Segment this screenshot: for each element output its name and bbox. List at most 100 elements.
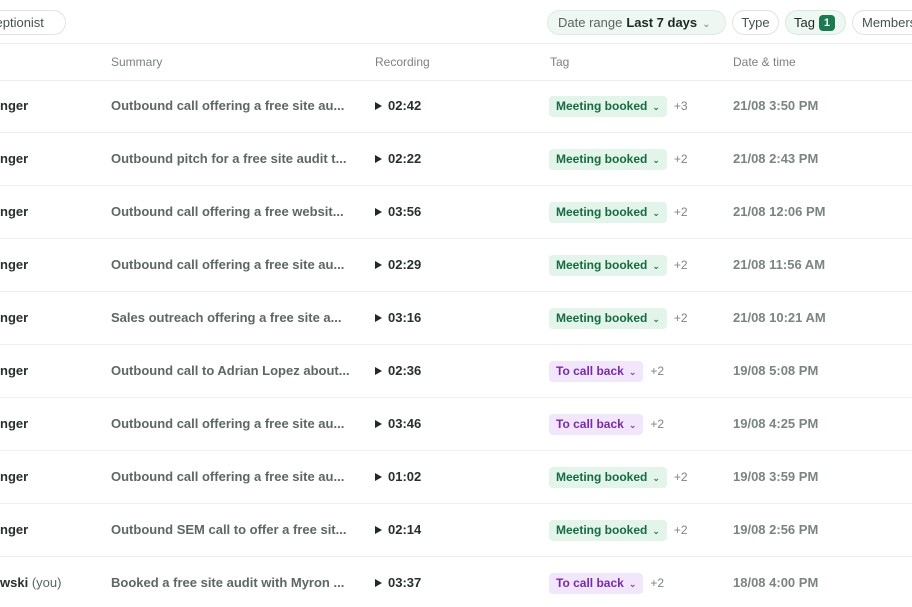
- tag-label: Meeting booked: [556, 151, 648, 166]
- call-datetime: 18/08 4:00 PM: [733, 575, 819, 590]
- agent-name-cell: nger: [0, 451, 28, 503]
- tag-dropdown[interactable]: Meeting booked ⌄: [549, 201, 667, 223]
- play-icon[interactable]: [375, 313, 382, 322]
- table-row[interactable]: nger Outbound call offering a free site a…: [0, 398, 912, 451]
- agent-name: nger: [0, 416, 29, 431]
- more-tags-count[interactable]: +2: [650, 364, 664, 378]
- table-row[interactable]: nger Outbound SEM call to offer a free si…: [0, 504, 912, 557]
- call-summary[interactable]: Outbound call offering a free site au...: [111, 451, 351, 503]
- agent-name: wski: [0, 575, 29, 590]
- agent-name-cell: nger: [0, 186, 28, 238]
- call-summary[interactable]: Outbound pitch for a free site audit t..…: [111, 133, 351, 185]
- call-datetime: 19/08 4:25 PM: [733, 416, 819, 431]
- chevron-down-icon: ⌄: [652, 154, 660, 165]
- more-tags-count[interactable]: +2: [674, 258, 688, 272]
- table-row[interactable]: nger Outbound call offering a free site a…: [0, 239, 912, 292]
- column-header-tag[interactable]: Tag: [550, 44, 569, 80]
- filter-bar: ceptionist Date rangeLast 7 days ⌄ Type T…: [0, 0, 912, 44]
- recording-duration: 02:42: [388, 98, 422, 113]
- recording-cell[interactable]: 03:37: [375, 557, 421, 607]
- table-row[interactable]: nger Outbound call offering a free site a…: [0, 80, 912, 133]
- recording-duration: 01:02: [388, 469, 422, 484]
- recording-cell[interactable]: 02:42: [375, 80, 421, 132]
- more-tags-count[interactable]: +2: [674, 523, 688, 537]
- column-header-datetime[interactable]: Date & time: [733, 44, 796, 80]
- chevron-down-icon: ⌄: [652, 472, 660, 483]
- chevron-down-icon: ⌄: [628, 419, 637, 430]
- play-icon[interactable]: [375, 154, 382, 163]
- more-tags-count[interactable]: +2: [650, 417, 664, 431]
- more-tags-count[interactable]: +2: [674, 470, 688, 484]
- more-tags-count[interactable]: +2: [650, 576, 664, 590]
- recording-cell[interactable]: 02:36: [375, 345, 421, 397]
- chevron-down-icon: ⌄: [652, 260, 660, 271]
- agent-name: nger: [0, 98, 29, 113]
- agent-name: nger: [0, 522, 29, 537]
- table-row[interactable]: nger Outbound call offering a free site a…: [0, 451, 912, 504]
- tag-dropdown[interactable]: To call back ⌄: [549, 360, 644, 382]
- play-icon[interactable]: [375, 419, 382, 428]
- tag-cell: To call back ⌄ +2: [549, 345, 664, 397]
- tag-label: Meeting booked: [556, 204, 648, 219]
- recording-cell[interactable]: 03:16: [375, 292, 421, 344]
- tag-label: Meeting booked: [556, 310, 648, 325]
- play-icon[interactable]: [375, 207, 382, 216]
- recording-cell[interactable]: 02:14: [375, 504, 421, 556]
- call-summary[interactable]: Booked a free site audit with Myron ...: [111, 557, 351, 607]
- tag-cell: Meeting booked ⌄ +2: [549, 451, 688, 503]
- agent-filter-chip[interactable]: ceptionist: [0, 10, 66, 35]
- recording-cell[interactable]: 01:02: [375, 451, 421, 503]
- table-row[interactable]: nger Outbound call to Adrian Lopez about.…: [0, 345, 912, 398]
- table-row[interactable]: wski (you) Booked a free site audit with …: [0, 557, 912, 607]
- date-range-label: Date range: [558, 15, 623, 30]
- tag-cell: To call back ⌄ +2: [549, 557, 664, 607]
- members-filter[interactable]: Members: [852, 10, 912, 35]
- recording-cell[interactable]: 02:29: [375, 239, 421, 291]
- tag-dropdown[interactable]: To call back ⌄: [549, 413, 644, 435]
- call-summary[interactable]: Outbound call offering a free site au...: [111, 398, 351, 450]
- tag-dropdown[interactable]: Meeting booked ⌄: [549, 519, 667, 541]
- play-icon[interactable]: [375, 366, 382, 375]
- more-tags-count[interactable]: +2: [674, 205, 688, 219]
- table-row[interactable]: nger Sales outreach offering a free site …: [0, 292, 912, 345]
- tag-label: To call back: [556, 363, 624, 378]
- play-icon[interactable]: [375, 472, 382, 481]
- recording-cell[interactable]: 03:46: [375, 398, 421, 450]
- more-tags-count[interactable]: +3: [674, 99, 688, 113]
- play-icon[interactable]: [375, 525, 382, 534]
- tag-dropdown[interactable]: Meeting booked ⌄: [549, 148, 667, 170]
- play-icon[interactable]: [375, 578, 382, 587]
- tag-dropdown[interactable]: Meeting booked ⌄: [549, 307, 667, 329]
- call-summary[interactable]: Outbound call offering a free site au...: [111, 239, 351, 291]
- recording-cell[interactable]: 03:56: [375, 186, 421, 238]
- type-filter[interactable]: Type: [732, 10, 779, 35]
- more-tags-count[interactable]: +2: [674, 152, 688, 166]
- recording-duration: 03:56: [388, 204, 422, 219]
- tag-cell: Meeting booked ⌄ +3: [549, 80, 688, 132]
- table-row[interactable]: nger Outbound call offering a free websit…: [0, 186, 912, 239]
- tag-dropdown[interactable]: Meeting booked ⌄: [549, 95, 667, 117]
- tag-dropdown[interactable]: To call back ⌄: [549, 572, 644, 594]
- chevron-down-icon: ⌄: [652, 207, 660, 218]
- play-icon[interactable]: [375, 101, 382, 110]
- more-tags-count[interactable]: +2: [674, 311, 688, 325]
- recording-cell[interactable]: 02:22: [375, 133, 421, 185]
- call-summary[interactable]: Sales outreach offering a free site a...: [111, 292, 351, 344]
- column-header-recording[interactable]: Recording: [375, 44, 430, 80]
- tag-cell: Meeting booked ⌄ +2: [549, 133, 688, 185]
- agent-name: nger: [0, 151, 29, 166]
- call-summary[interactable]: Outbound call offering a free site au...: [111, 80, 351, 132]
- agent-name: nger: [0, 204, 29, 219]
- call-summary[interactable]: Outbound SEM call to offer a free sit...: [111, 504, 351, 556]
- tag-dropdown[interactable]: Meeting booked ⌄: [549, 466, 667, 488]
- play-icon[interactable]: [375, 260, 382, 269]
- agent-name-cell: nger: [0, 80, 28, 132]
- recording-duration: 03:37: [388, 575, 422, 590]
- date-range-filter[interactable]: Date range Last 7 days ⌄: [547, 10, 726, 35]
- tag-filter[interactable]: Tag 1: [785, 10, 846, 35]
- call-summary[interactable]: Outbound call to Adrian Lopez about...: [111, 345, 351, 397]
- tag-dropdown[interactable]: Meeting booked ⌄: [549, 254, 667, 276]
- call-summary[interactable]: Outbound call offering a free websit...: [111, 186, 351, 238]
- column-header-summary[interactable]: Summary: [111, 44, 162, 80]
- table-row[interactable]: nger Outbound pitch for a free site audit…: [0, 133, 912, 186]
